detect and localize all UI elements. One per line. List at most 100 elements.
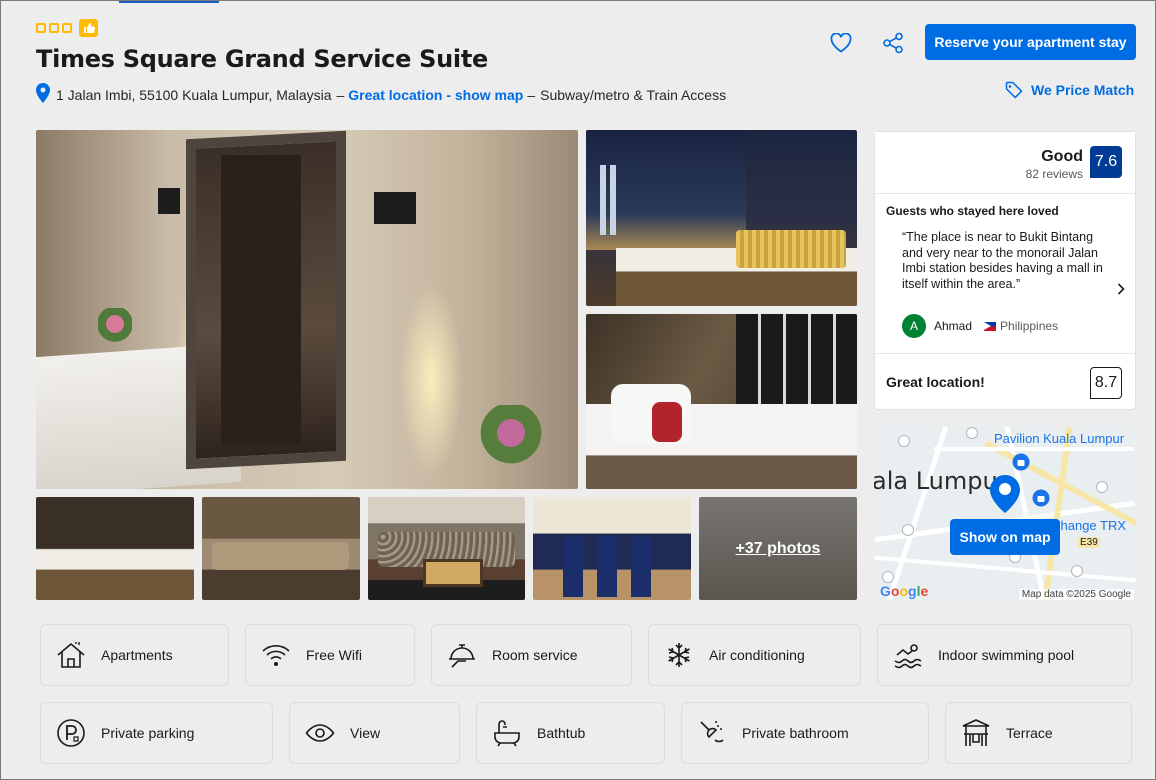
facility-label: Apartments — [101, 647, 173, 663]
photo-bedroom-city-view[interactable] — [586, 130, 857, 306]
photo-table — [423, 559, 483, 587]
review-quote: “The place is near to Bukit Bintang and … — [902, 230, 1103, 291]
star-rating — [36, 19, 98, 37]
bathtub-icon — [491, 717, 523, 749]
map-road — [874, 555, 1136, 583]
facility-label: View — [350, 725, 381, 741]
review-score-badge: 7.6 — [1090, 146, 1122, 178]
facility-label: Indoor swimming pool — [938, 647, 1075, 663]
address-row: 1 Jalan Imbi, 55100 Kuala Lumpur, Malays… — [36, 83, 726, 106]
shower-icon — [696, 717, 728, 749]
price-tag-icon — [1005, 81, 1023, 99]
terrace-icon — [960, 717, 992, 749]
photo-flowers — [476, 405, 546, 475]
review-summary[interactable]: Good 82 reviews 7.6 — [875, 132, 1135, 194]
swimmer-icon — [892, 639, 924, 671]
reviewer-info: A Ahmad Philippines — [902, 314, 1058, 338]
photo-tower — [610, 165, 616, 235]
next-review-button[interactable] — [1117, 282, 1125, 298]
facility-bathtub: Bathtub — [476, 702, 665, 764]
facility-free-wifi: Free Wifi — [245, 624, 415, 686]
transit-stop-icon — [966, 427, 978, 439]
main-photo-vanity[interactable] — [36, 130, 578, 489]
facility-label: Private parking — [101, 725, 195, 741]
eye-icon — [304, 717, 336, 749]
location-label: Great location! — [886, 374, 985, 390]
philippines-flag-icon — [984, 321, 997, 331]
photo-tower — [600, 165, 606, 235]
facility-private-parking: Private parking — [40, 702, 273, 764]
map-label-trx: change TRX — [1054, 518, 1127, 533]
photo-sofa — [212, 542, 349, 570]
price-match-link[interactable]: We Price Match — [1005, 81, 1134, 99]
thumbnail-bedroom[interactable] — [36, 497, 194, 600]
house-icon — [55, 639, 87, 671]
property-map-pin-icon — [990, 475, 1020, 518]
facility-terrace: Terrace — [945, 702, 1132, 764]
separator: – — [336, 86, 345, 103]
thumbnail-sofa[interactable] — [368, 497, 525, 600]
price-match-label: We Price Match — [1031, 82, 1135, 98]
reviewer-name: Ahmad — [934, 319, 973, 333]
guest-review-carousel: Guests who stayed here loved “The place … — [875, 202, 1135, 352]
location-score-badge: 8.7 — [1090, 367, 1122, 399]
facility-air-conditioning: Air conditioning — [648, 624, 861, 686]
facility-label: Bathtub — [537, 725, 586, 741]
transit-text: Subway/metro & Train Access — [540, 86, 727, 103]
transit-stop-icon — [882, 571, 894, 583]
separator: – — [527, 86, 536, 103]
more-photos-link[interactable]: +37 photos — [699, 497, 857, 600]
heart-icon — [830, 33, 852, 53]
map-attribution: Map data ©2025 Google — [1018, 589, 1134, 600]
address-text: 1 Jalan Imbi, 55100 Kuala Lumpur, Malays… — [56, 86, 332, 103]
facility-view: View — [289, 702, 460, 764]
facility-label: Terrace — [1006, 725, 1053, 741]
facility-label: Room service — [492, 647, 578, 663]
photo-red-pillow — [652, 402, 682, 442]
facility-label: Free Wifi — [306, 647, 362, 663]
favorite-button[interactable] — [827, 29, 855, 57]
avatar: A — [902, 314, 926, 338]
map-label-pavilion: Pavilion Kuala Lumpur — [994, 431, 1125, 446]
chevron-right-icon — [1117, 283, 1125, 295]
show-map-link[interactable]: Great location - show map — [348, 87, 523, 103]
photo-lamp — [158, 188, 180, 214]
reserve-button[interactable]: Reserve your apartment stay — [925, 24, 1136, 60]
facility-indoor-pool: Indoor swimming pool — [877, 624, 1132, 686]
shopping-icon — [1012, 453, 1030, 476]
loved-heading: Guests who stayed here loved — [886, 204, 1059, 218]
photo-pillows — [736, 230, 846, 268]
photo-chairs — [563, 537, 663, 597]
property-title: Times Square Grand Service Suite — [36, 45, 488, 73]
rating-square-icon — [49, 23, 59, 33]
transit-stop-icon — [1071, 565, 1083, 577]
transit-stop-icon — [902, 524, 914, 536]
thumbnail-living-room[interactable] — [202, 497, 360, 600]
facility-label: Private bathroom — [742, 725, 849, 741]
rating-square-icon — [36, 23, 46, 33]
highway-shield: E39 — [1078, 537, 1100, 548]
shopping-icon — [1032, 489, 1050, 512]
map-preview[interactable]: Pavilion Kuala Lumpur change TRX E39 ala… — [874, 427, 1136, 600]
review-count: 82 reviews — [1025, 167, 1083, 181]
photo-lamp — [374, 192, 416, 224]
photo-bedroom-window[interactable] — [586, 314, 857, 489]
share-icon — [883, 32, 903, 54]
top-accent-line — [119, 1, 219, 3]
thumbnail-bathtub[interactable]: +37 photos — [699, 497, 857, 600]
rating-square-icon — [62, 23, 72, 33]
review-carousel-body: Guests who stayed here loved “The place … — [875, 202, 1135, 352]
wifi-icon — [260, 639, 292, 671]
facility-private-bathroom: Private bathroom — [681, 702, 929, 764]
review-score-card[interactable]: Good 82 reviews 7.6 Guests who stayed he… — [874, 131, 1136, 410]
rating-word: Good — [1041, 148, 1083, 165]
share-button[interactable] — [879, 29, 907, 57]
show-on-map-button[interactable]: Show on map — [950, 519, 1060, 555]
transit-stop-icon — [898, 435, 910, 447]
room-service-icon — [446, 639, 478, 671]
facility-apartments: Apartments — [40, 624, 229, 686]
thumbs-up-icon[interactable] — [79, 19, 98, 37]
location-pin-icon — [36, 83, 50, 106]
thumbnail-dining[interactable] — [533, 497, 691, 600]
google-logo: Google — [880, 583, 929, 599]
